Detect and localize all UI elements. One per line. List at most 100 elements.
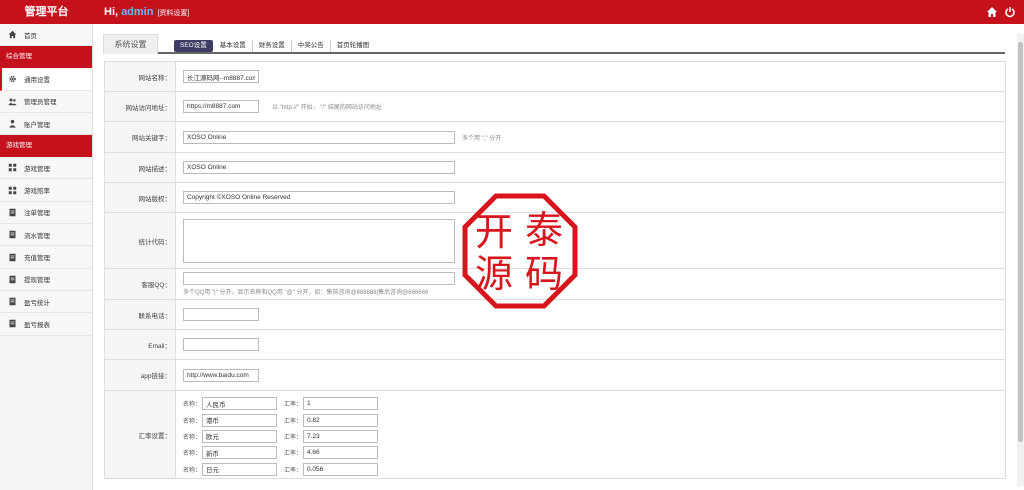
site-name-label: 网站名称： xyxy=(105,62,176,91)
rate-value-key: 汇率： xyxy=(284,434,303,441)
email-input[interactable] xyxy=(183,338,259,351)
rate-row: 名称： 汇率： xyxy=(183,413,378,427)
keywords-label: 网站关键字： xyxy=(105,122,176,152)
sidebar-item-profit-report[interactable]: 盈亏报表 xyxy=(0,313,92,336)
power-icon[interactable] xyxy=(1004,6,1016,18)
site-name-input[interactable] xyxy=(183,70,259,83)
description-input[interactable] xyxy=(183,161,455,174)
sidebar-item-label: 账户管理 xyxy=(24,121,50,129)
rate-name-key: 名称： xyxy=(183,418,202,425)
home-icon[interactable] xyxy=(986,6,998,18)
rate-value-input[interactable] xyxy=(303,462,378,476)
rate-name-input[interactable] xyxy=(202,413,277,427)
stats-code-label: 统计代码： xyxy=(105,213,176,268)
user-icon xyxy=(8,119,17,128)
svg-text:码: 码 xyxy=(525,252,563,296)
rate-row: 名称： 汇率： xyxy=(183,462,378,476)
copyright-input[interactable] xyxy=(183,191,455,204)
brand-title: 管理平台 xyxy=(24,6,69,18)
stats-code-textarea[interactable] xyxy=(183,218,455,263)
sidebar-item-label: 注单管理 xyxy=(24,210,50,218)
page-tab-system-settings[interactable]: 系统设置 xyxy=(103,34,158,54)
doc-icon xyxy=(8,319,17,328)
sidebar-item-label: 盈亏统计 xyxy=(24,299,50,307)
gear-icon xyxy=(8,74,17,83)
tabs-row: 系统设置 SEO设置 基本设置 财务设置 中奖公告 首页轮播图 xyxy=(103,34,1005,54)
svg-text:开: 开 xyxy=(475,210,513,254)
sidebar-item-label: 管理员管理 xyxy=(24,99,57,107)
row-keywords: 网站关键字： 多个用 "," 分开 xyxy=(105,122,1005,153)
rate-name-input[interactable] xyxy=(202,429,277,443)
qq-hint: 多个QQ用 "|" 分开，显示名称和QQ用 "@" 分开，如：售前咨询@8888… xyxy=(183,290,429,296)
doc-icon xyxy=(8,275,17,284)
row-app-link: app链接： xyxy=(105,360,1005,391)
greeting-text: Hi, xyxy=(104,6,119,18)
top-icons xyxy=(986,6,1016,18)
sidebar-group-games: 游戏管理 xyxy=(0,135,92,158)
rate-value-input[interactable] xyxy=(303,397,378,411)
tab-finance[interactable]: 财务设置 xyxy=(253,40,292,52)
sidebar-item-admins[interactable]: 管理员管理 xyxy=(0,90,92,113)
rate-name-input[interactable] xyxy=(202,397,277,411)
sidebar-item-accounts[interactable]: 账户管理 xyxy=(0,112,92,136)
rate-value-input[interactable] xyxy=(303,446,378,460)
sidebar-item-profit-stats[interactable]: 盈亏统计 xyxy=(0,290,92,314)
rate-name-input[interactable] xyxy=(202,446,277,460)
keywords-hint: 多个用 "," 分开 xyxy=(462,135,502,142)
row-site-url: 网站访问地址： 以 "http://" 开始， "/" 结尾的网站访问地址 xyxy=(105,92,1005,122)
app-link-label: app链接： xyxy=(105,360,176,390)
keywords-input[interactable] xyxy=(183,130,455,144)
site-url-hint: 以 "http://" 开始， "/" 结尾的网站访问地址 xyxy=(272,105,382,111)
settings-tabs: SEO设置 基本设置 财务设置 中奖公告 首页轮播图 xyxy=(174,40,375,52)
rate-value-key: 汇率： xyxy=(284,402,303,409)
profile-settings-link[interactable]: [资料设置] xyxy=(157,10,189,17)
sidebar-item-general-settings[interactable]: 通用设置 xyxy=(0,68,92,91)
sidebar-item-flow[interactable]: 流水管理 xyxy=(0,224,92,247)
sidebar-item-label: 通用设置 xyxy=(24,76,50,84)
site-url-input[interactable] xyxy=(183,100,259,113)
sidebar-item-withdraw[interactable]: 提现管理 xyxy=(0,268,92,291)
watermark-stamp: 开 泰 源 码 xyxy=(462,193,578,309)
app-link-input[interactable] xyxy=(183,368,259,382)
sidebar-item-label: 首页 xyxy=(24,32,37,40)
svg-text:源: 源 xyxy=(475,252,513,296)
rate-name-key: 名称： xyxy=(183,434,202,441)
users-icon xyxy=(8,97,17,106)
rate-value-key: 汇率： xyxy=(284,451,303,458)
sidebar-group-general: 综合管理 xyxy=(0,46,92,69)
username: admin xyxy=(121,6,154,18)
row-site-name: 网站名称： xyxy=(105,62,1005,92)
sidebar: 首页 综合管理 通用设置 管理员管理 账户管理 游戏管理 游戏管理 游戏赔率 注… xyxy=(0,24,93,490)
phone-input[interactable] xyxy=(183,308,259,321)
qq-input[interactable] xyxy=(183,272,455,285)
tab-announcements[interactable]: 中奖公告 xyxy=(292,40,331,52)
rate-value-key: 汇率： xyxy=(284,467,303,474)
rate-value-input[interactable] xyxy=(303,413,378,427)
exchange-rates-list: 名称： 汇率： 名称： 汇率： 名称： 汇率： xyxy=(176,391,378,479)
rate-name-input[interactable] xyxy=(202,462,277,476)
sidebar-item-recharge[interactable]: 充值管理 xyxy=(0,246,92,269)
sidebar-item-game-mgmt[interactable]: 游戏管理 xyxy=(0,157,92,180)
tab-seo[interactable]: SEO设置 xyxy=(174,40,213,52)
page-scrollbar[interactable] xyxy=(1017,34,1024,486)
rate-value-input[interactable] xyxy=(303,429,378,443)
rate-row: 名称： 汇率： xyxy=(183,446,378,460)
rate-name-key: 名称： xyxy=(183,402,202,409)
sidebar-item-label: 盈亏报表 xyxy=(24,321,50,329)
sidebar-item-home[interactable]: 首页 xyxy=(0,24,92,47)
sidebar-item-game-odds[interactable]: 游戏赔率 xyxy=(0,179,92,202)
scrollbar-thumb[interactable] xyxy=(1018,42,1023,442)
rate-name-key: 名称： xyxy=(183,451,202,458)
doc-icon xyxy=(8,230,17,239)
copyright-label: 网站版权： xyxy=(105,183,176,212)
tab-basic[interactable]: 基本设置 xyxy=(214,40,253,52)
sidebar-item-label: 充值管理 xyxy=(24,255,50,263)
sidebar-item-bets[interactable]: 注单管理 xyxy=(0,201,92,225)
row-email: Email： xyxy=(105,330,1005,360)
description-label: 网站描述： xyxy=(105,153,176,182)
grid-icon xyxy=(8,163,17,172)
greeting: Hi, admin [资料设置] xyxy=(104,0,189,24)
row-description: 网站描述： xyxy=(105,153,1005,183)
sidebar-item-label: 提现管理 xyxy=(24,277,50,285)
tab-carousel[interactable]: 首页轮播图 xyxy=(331,40,376,52)
